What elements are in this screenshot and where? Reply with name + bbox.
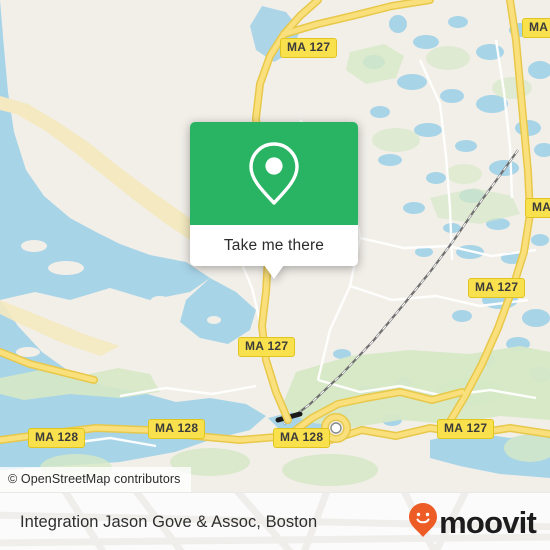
moovit-brand[interactable]: moovit xyxy=(408,502,537,543)
road-shield: MA 127 xyxy=(238,337,296,357)
road-shield: MA 1 xyxy=(522,18,550,38)
map-attribution[interactable]: © OpenStreetMap contributors xyxy=(0,467,191,492)
callout-inner: Take me there xyxy=(190,122,358,266)
road-shield: MA 128 xyxy=(28,428,86,448)
callout-pointer xyxy=(264,265,284,279)
place-title: Integration Jason Gove & Assoc, Boston xyxy=(20,512,318,531)
destination-callout-card[interactable]: Take me there xyxy=(190,122,358,279)
road-shield: MA 128 xyxy=(273,428,331,448)
road-shield: MA 1 xyxy=(525,198,550,218)
footer-bar: Integration Jason Gove & Assoc, Boston m… xyxy=(0,492,550,550)
footer-content: Integration Jason Gove & Assoc, Boston m… xyxy=(0,493,550,550)
take-me-there-button[interactable]: Take me there xyxy=(224,237,324,255)
road-shield: MA 127 xyxy=(468,278,526,298)
road-shield: MA 127 xyxy=(280,38,338,58)
road-shield: MA 127 xyxy=(437,419,495,439)
map-pin-icon xyxy=(247,140,301,208)
callout-footer[interactable]: Take me there xyxy=(190,225,358,266)
moovit-wordmark: moovit xyxy=(439,504,537,540)
moovit-smiley-pin-icon xyxy=(408,502,438,543)
transit-stop-icon xyxy=(330,422,342,434)
map-screenshot: MA 127 MA 127 MA 127 MA 127 MA 1 MA 1 MA 128 MA… xyxy=(0,0,550,550)
callout-header xyxy=(190,122,358,225)
road-shield: MA 128 xyxy=(148,419,206,439)
